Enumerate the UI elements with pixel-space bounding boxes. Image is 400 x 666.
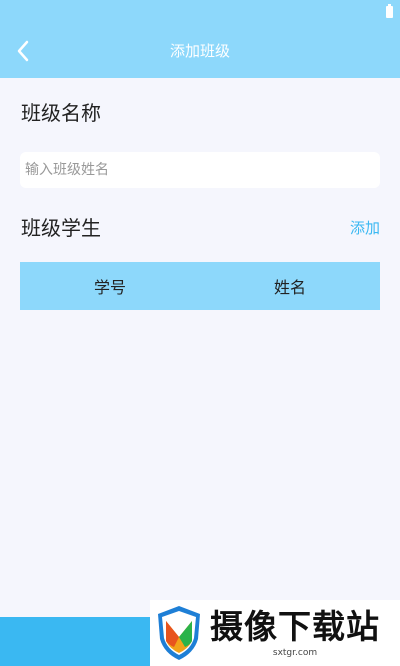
watermark: 摄像下载站 sxtgr.com [150, 600, 400, 666]
watermark-subtitle: sxtgr.com [272, 648, 318, 658]
status-bar [0, 0, 400, 24]
column-header-student-name: 姓名 [273, 278, 306, 297]
students-table-header: 学号 姓名 [20, 262, 380, 310]
battery-icon [386, 4, 393, 18]
class-students-label: 班级学生 [21, 216, 101, 240]
add-student-button[interactable]: 添加 [350, 217, 380, 239]
watermark-logo-icon [158, 606, 200, 660]
column-header-student-id: 学号 [93, 278, 126, 297]
page-title: 添加班级 [169, 42, 230, 60]
app-header: 添加班级 [0, 0, 400, 78]
class-name-input[interactable] [20, 152, 380, 188]
class-name-label: 班级名称 [21, 101, 101, 125]
watermark-title: 摄像下载站 [210, 607, 380, 646]
